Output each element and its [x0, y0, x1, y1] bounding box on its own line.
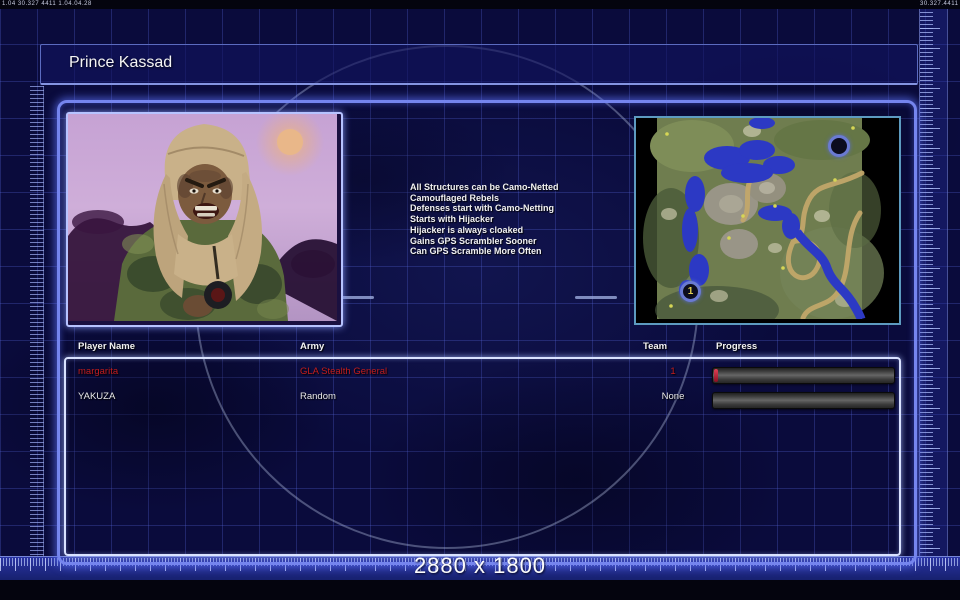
- player-team: 1: [640, 366, 706, 377]
- bottom-bar: [0, 580, 960, 600]
- player-army: GLA Stealth General: [300, 366, 387, 377]
- progress-bar: [712, 367, 895, 384]
- player-team: None: [640, 391, 706, 402]
- start-marker-1: 1: [680, 281, 701, 302]
- ruler-right: [919, 8, 948, 580]
- ability-line: Camouflaged Rebels: [410, 193, 640, 204]
- player-name: YAKUZA: [78, 391, 115, 402]
- abilities-list: All Structures can be Camo-Netted Camouf…: [410, 182, 640, 257]
- loading-screen: 1.04 30.327 4411 1.04.04.28 30.327.4411 …: [0, 0, 960, 600]
- progress-fill: [714, 369, 718, 382]
- ability-line: Gains GPS Scrambler Sooner: [410, 236, 640, 247]
- minimap-image: [636, 118, 895, 319]
- minimap-panel: 1: [634, 116, 901, 325]
- player-army: Random: [300, 391, 336, 402]
- title-bar: Prince Kassad: [40, 44, 918, 85]
- top-bar: 1.04 30.327 4411 1.04.04.28 30.327.4411: [0, 0, 960, 9]
- build-info-right: 30.327.4411: [920, 1, 958, 7]
- ability-line: Hijacker is always cloaked: [410, 225, 640, 236]
- column-header-player-name: Player Name: [78, 341, 135, 352]
- ability-line: All Structures can be Camo-Netted: [410, 182, 640, 193]
- column-header-team: Team: [643, 341, 667, 352]
- build-info-left: 1.04 30.327 4411 1.04.04.28: [2, 1, 92, 7]
- column-header-progress: Progress: [716, 341, 757, 352]
- column-header-army: Army: [300, 341, 324, 352]
- start-marker-empty: [828, 135, 850, 157]
- ruler-left: [30, 86, 44, 560]
- general-portrait-panel: [66, 112, 343, 327]
- general-title: Prince Kassad: [69, 54, 172, 72]
- player-table-panel: [64, 357, 901, 556]
- map-resolution-label: 2880 x 1800: [0, 553, 960, 579]
- ability-line: Defenses start with Camo-Netting: [410, 203, 640, 214]
- player-name: margarita: [78, 366, 118, 377]
- progress-bar: [712, 392, 895, 409]
- ability-line: Can GPS Scramble More Often: [410, 246, 640, 257]
- general-portrait-image: [68, 114, 337, 321]
- ability-line: Starts with Hijacker: [410, 214, 640, 225]
